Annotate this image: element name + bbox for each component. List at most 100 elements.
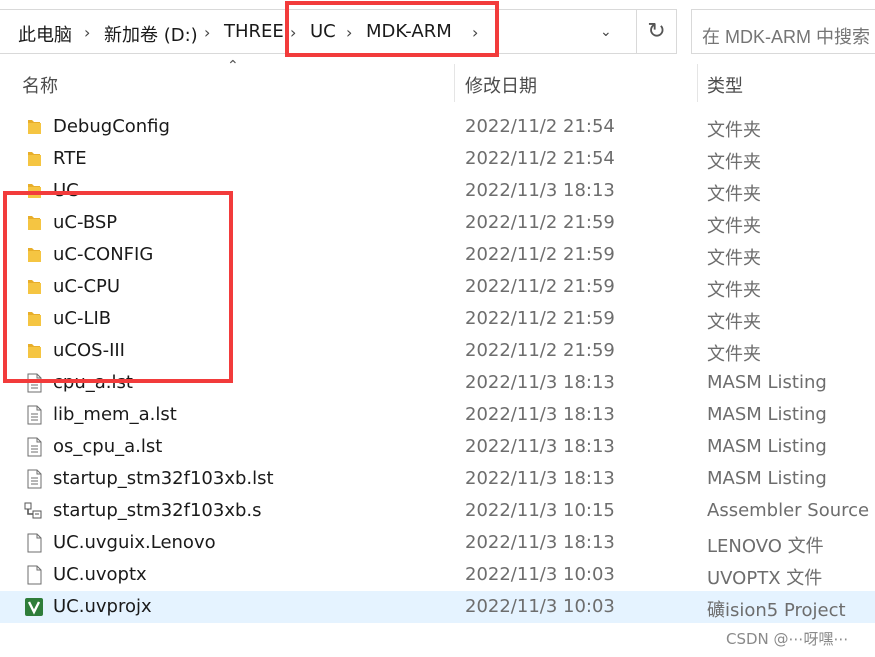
- file-name: DebugConfig: [53, 116, 170, 137]
- blank-file-icon: [24, 533, 44, 553]
- chevron-right-icon[interactable]: ›: [290, 23, 296, 42]
- chevron-right-icon[interactable]: ›: [204, 23, 210, 42]
- file-date: 2022/11/3 18:13: [465, 532, 615, 553]
- file-row[interactable]: os_cpu_a.lst 2022/11/3 18:13 MASM Listing: [0, 431, 875, 463]
- refresh-button[interactable]: ↻: [637, 9, 677, 54]
- folder-icon: [24, 181, 44, 201]
- file-date: 2022/11/2 21:59: [465, 276, 615, 297]
- file-type: 文件夹: [707, 312, 761, 333]
- column-divider[interactable]: [697, 64, 698, 102]
- file-row[interactable]: uC-CONFIG 2022/11/2 21:59 文件夹: [0, 239, 875, 271]
- folder-icon: [24, 117, 44, 137]
- file-row[interactable]: uCOS-III 2022/11/2 21:59 文件夹: [0, 335, 875, 367]
- file-type: UVOPTX 文件: [707, 568, 823, 589]
- column-name-header[interactable]: 名称: [22, 72, 58, 98]
- file-name: lib_mem_a.lst: [53, 404, 177, 425]
- folder-icon: [24, 341, 44, 361]
- file-name: uC-BSP: [53, 212, 118, 233]
- address-toolbar: 此电脑 › 新加卷 (D:) › THREE › UC › MDK-ARM › …: [0, 0, 875, 64]
- assembler-file-icon: [24, 501, 44, 521]
- file-date: 2022/11/3 10:03: [465, 596, 615, 617]
- file-date: 2022/11/3 18:13: [465, 468, 615, 489]
- file-type: 文件夹: [707, 216, 761, 237]
- file-date: 2022/11/2 21:59: [465, 244, 615, 265]
- file-row[interactable]: uC-BSP 2022/11/2 21:59 文件夹: [0, 207, 875, 239]
- file-row[interactable]: UC.uvoptx 2022/11/3 10:03 UVOPTX 文件: [0, 559, 875, 591]
- breadcrumb[interactable]: 此电脑 › 新加卷 (D:) › THREE › UC › MDK-ARM › …: [0, 9, 637, 54]
- file-list: DebugConfig 2022/11/2 21:54 文件夹 RTE 2022/11/…: [0, 111, 875, 623]
- file-row[interactable]: uC-LIB 2022/11/2 21:59 文件夹: [0, 303, 875, 335]
- file-date: 2022/11/2 21:59: [465, 340, 615, 361]
- file-type: 文件夹: [707, 152, 761, 173]
- folder-icon: [24, 245, 44, 265]
- file-row[interactable]: UC.uvguix.Lenovo 2022/11/3 18:13 LENOVO 文件: [0, 527, 875, 559]
- folder-icon: [24, 213, 44, 233]
- column-date-header[interactable]: 修改日期: [465, 72, 537, 98]
- chevron-right-icon[interactable]: ›: [472, 23, 478, 42]
- file-name: uC-CONFIG: [53, 244, 154, 265]
- file-row[interactable]: cpu_a.lst 2022/11/3 18:13 MASM Listing: [0, 367, 875, 399]
- file-date: 2022/11/2 21:59: [465, 212, 615, 233]
- file-date: 2022/11/2 21:59: [465, 308, 615, 329]
- file-type: MASM Listing: [707, 404, 827, 425]
- file-row[interactable]: lib_mem_a.lst 2022/11/3 18:13 MASM Listing: [0, 399, 875, 431]
- breadcrumb-this-pc[interactable]: 此电脑: [18, 21, 72, 47]
- file-type: MASM Listing: [707, 436, 827, 457]
- file-type: Assembler Source: [707, 500, 870, 521]
- chevron-down-icon[interactable]: ⌄: [600, 24, 612, 40]
- file-name: uC-CPU: [53, 276, 121, 297]
- keil-project-icon: [24, 597, 44, 617]
- file-row[interactable]: startup_stm32f103xb.lst 2022/11/3 18:13 MA…: [0, 463, 875, 495]
- file-row[interactable]: DebugConfig 2022/11/2 21:54 文件夹: [0, 111, 875, 143]
- column-divider[interactable]: [454, 64, 455, 102]
- file-name: uC-LIB: [53, 308, 112, 329]
- file-name: startup_stm32f103xb.s: [53, 500, 262, 521]
- file-date: 2022/11/2 21:54: [465, 148, 615, 169]
- file-type: 礦ision5 Project: [707, 600, 846, 621]
- column-type-header[interactable]: 类型: [707, 72, 743, 98]
- file-type: MASM Listing: [707, 468, 827, 489]
- file-date: 2022/11/3 18:13: [465, 372, 615, 393]
- file-date: 2022/11/3 10:15: [465, 500, 615, 521]
- file-name: UC.uvprojx: [53, 596, 152, 617]
- chevron-right-icon[interactable]: ›: [84, 23, 90, 42]
- file-date: 2022/11/3 10:03: [465, 564, 615, 585]
- blank-file-icon: [24, 565, 44, 585]
- file-date: 2022/11/3 18:13: [465, 404, 615, 425]
- text-file-icon: [24, 469, 44, 489]
- breadcrumb-mdk-arm[interactable]: MDK-ARM: [366, 21, 452, 42]
- breadcrumb-drive-d[interactable]: 新加卷 (D:): [104, 21, 198, 47]
- file-name: UC.uvoptx: [53, 564, 147, 585]
- text-file-icon: [24, 437, 44, 457]
- sort-ascending-icon: ⌃: [227, 58, 239, 74]
- file-name: cpu_a.lst: [53, 372, 133, 393]
- file-name: startup_stm32f103xb.lst: [53, 468, 274, 489]
- file-name: RTE: [53, 148, 87, 169]
- folder-icon: [24, 277, 44, 297]
- file-row[interactable]: UC 2022/11/3 18:13 文件夹: [0, 175, 875, 207]
- folder-icon: [24, 309, 44, 329]
- file-type: MASM Listing: [707, 372, 827, 393]
- file-row[interactable]: RTE 2022/11/2 21:54 文件夹: [0, 143, 875, 175]
- file-row[interactable]: UC.uvprojx 2022/11/3 10:03 礦ision5 Project: [0, 591, 875, 623]
- file-name: UC.uvguix.Lenovo: [53, 532, 216, 553]
- file-row[interactable]: startup_stm32f103xb.s 2022/11/3 10:15 Asse…: [0, 495, 875, 527]
- text-file-icon: [24, 405, 44, 425]
- folder-icon: [24, 149, 44, 169]
- file-type: 文件夹: [707, 344, 761, 365]
- search-input[interactable]: [691, 9, 875, 54]
- refresh-icon: ↻: [647, 19, 666, 44]
- file-row[interactable]: uC-CPU 2022/11/2 21:59 文件夹: [0, 271, 875, 303]
- column-header-row: ⌃ 名称 修改日期 类型: [0, 58, 875, 102]
- breadcrumb-uc[interactable]: UC: [310, 21, 336, 42]
- chevron-right-icon[interactable]: ›: [346, 23, 352, 42]
- file-date: 2022/11/2 21:54: [465, 116, 615, 137]
- file-type: 文件夹: [707, 248, 761, 269]
- breadcrumb-three[interactable]: THREE: [224, 21, 284, 42]
- file-name: UC: [53, 180, 79, 201]
- file-type: 文件夹: [707, 280, 761, 301]
- file-name: os_cpu_a.lst: [53, 436, 163, 457]
- watermark: CSDN @⋯呀嘿⋯: [726, 630, 849, 648]
- file-type: 文件夹: [707, 184, 761, 205]
- file-date: 2022/11/3 18:13: [465, 180, 615, 201]
